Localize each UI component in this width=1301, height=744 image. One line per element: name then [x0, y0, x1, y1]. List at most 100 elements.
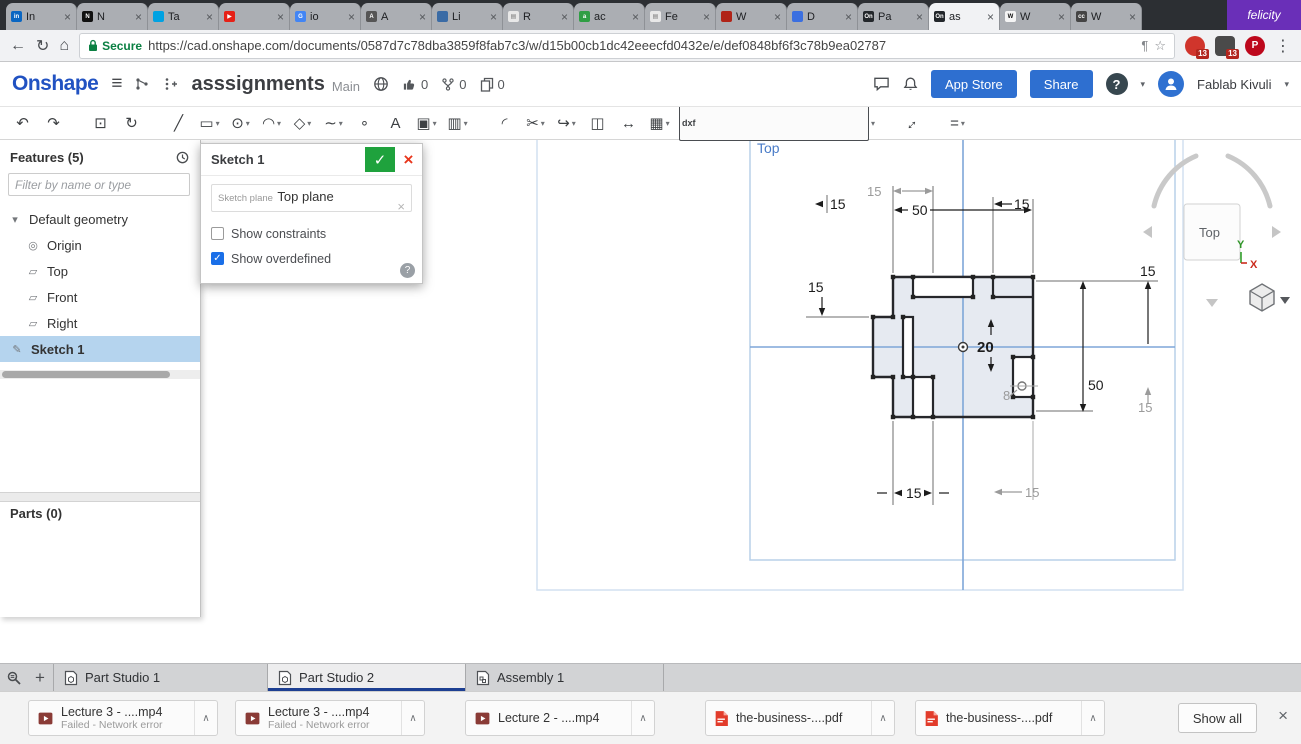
tab-close-icon[interactable]: × — [277, 10, 284, 24]
browser-tab[interactable]: W W × — [1000, 3, 1071, 30]
sketch-plane-field[interactable]: Sketch plane Top plane × — [211, 184, 412, 214]
toolbar-tool-button[interactable]: ▣ ▾ — [412, 110, 441, 136]
page-action-icon[interactable]: ¶ — [1141, 38, 1148, 53]
toolbar-tool-button[interactable]: ╱ — [164, 110, 193, 136]
rotate-left-arrow-icon[interactable] — [1143, 226, 1152, 238]
tab-close-icon[interactable]: × — [1058, 10, 1065, 24]
toolbar-tool-button[interactable]: ∘ — [350, 110, 379, 136]
globe-icon[interactable] — [373, 76, 389, 92]
browser-tab[interactable]: W × — [716, 3, 787, 30]
toolbar-tool-button[interactable]: ◇ ▾ — [288, 110, 317, 136]
browser-tab[interactable]: Ta × — [148, 3, 219, 30]
show-constraints-row[interactable]: Show constraints — [211, 221, 412, 246]
add-tab-button[interactable]: + — [27, 664, 53, 691]
dim-tab-top[interactable]: 15 — [830, 196, 846, 212]
rotate-right-arrow-icon[interactable] — [1272, 226, 1281, 238]
app-store-button[interactable]: App Store — [930, 70, 1017, 98]
tab-close-icon[interactable]: × — [774, 10, 781, 24]
toolbar-tool-button[interactable]: A — [381, 110, 410, 136]
user-name[interactable]: Fablab Kivuli — [1197, 77, 1271, 92]
download-menu-caret-icon[interactable]: ∧ — [401, 701, 424, 735]
toolbar-tool-button[interactable]: ▭ ▾ — [195, 110, 224, 136]
toolbar-tool-button[interactable]: = ▾ — [943, 110, 972, 136]
tree-item-sketch-1[interactable]: ✎ Sketch 1 — [0, 336, 200, 362]
insert-icon[interactable] — [164, 77, 178, 91]
toolbar-tool-button[interactable]: ▥ ▾ — [443, 110, 472, 136]
tool-dropdown-caret-icon[interactable]: ▾ — [339, 119, 343, 128]
tree-item-top-plane[interactable]: ▱ Top — [0, 258, 200, 284]
dim-bottom-width[interactable]: 15 — [906, 485, 922, 501]
tab-close-icon[interactable]: × — [206, 10, 213, 24]
toolbar-tool-button[interactable]: ▦ ▾ — [645, 110, 674, 136]
back-icon[interactable]: ← — [10, 37, 26, 55]
browser-tab[interactable]: N N × — [77, 3, 148, 30]
profile-chip[interactable]: felicity — [1227, 0, 1301, 30]
tool-dropdown-caret-icon[interactable]: ▾ — [433, 119, 437, 128]
tool-dropdown-caret-icon[interactable]: ▾ — [307, 119, 311, 128]
history-icon[interactable] — [175, 150, 190, 165]
view-cube[interactable]: Top Y X — [1143, 153, 1290, 312]
dim-left-height[interactable]: 15 — [808, 279, 824, 295]
help-caret-icon[interactable]: ▾ — [1141, 79, 1146, 90]
browser-tab[interactable]: cc W × — [1071, 3, 1142, 30]
toolbar-tool-button[interactable]: ↪ ▾ — [552, 110, 581, 136]
cancel-button[interactable]: × — [395, 147, 422, 172]
filter-input[interactable] — [8, 173, 190, 196]
browser-tab[interactable]: On Pa × — [858, 3, 929, 30]
workspace-name[interactable]: Main — [332, 74, 360, 94]
tab-close-icon[interactable]: × — [348, 10, 355, 24]
pinterest-icon[interactable]: P — [1245, 35, 1265, 56]
tab-close-icon[interactable]: × — [987, 10, 994, 24]
tab-assembly-1[interactable]: Assembly 1 — [466, 664, 664, 691]
sketch-plane-value[interactable]: Top plane — [277, 189, 333, 204]
copies-count[interactable]: 0 — [480, 77, 505, 92]
tab-close-icon[interactable]: × — [632, 10, 639, 24]
dim-right-height[interactable]: 50 — [1088, 377, 1104, 393]
tool-dropdown-caret-icon[interactable]: ▾ — [961, 119, 965, 128]
home-icon[interactable]: ⌂ — [59, 37, 69, 55]
horizontal-scrollbar[interactable] — [0, 370, 200, 379]
clear-selection-icon[interactable]: × — [397, 199, 405, 214]
close-downloads-bar-icon[interactable]: × — [1278, 706, 1288, 726]
tab-close-icon[interactable]: × — [64, 10, 71, 24]
collapse-caret-icon[interactable]: ▾ — [8, 213, 22, 226]
browser-tab[interactable]: in In × — [6, 3, 77, 30]
toolbar-tool-button[interactable]: ◫ — [583, 110, 612, 136]
notifications-bell-icon[interactable] — [903, 76, 918, 92]
adblock-extension-icon[interactable]: 13 — [1185, 35, 1209, 59]
tool-dropdown-caret-icon[interactable]: ▾ — [246, 119, 250, 128]
tab-close-icon[interactable]: × — [135, 10, 142, 24]
download-menu-caret-icon[interactable]: ∧ — [631, 701, 654, 735]
dim-center-height[interactable]: 20 — [977, 339, 994, 356]
tab-close-icon[interactable]: × — [490, 10, 497, 24]
download-item[interactable]: Lecture 3 - ....mp4 Failed - Network err… — [235, 700, 425, 736]
sketch-left-slot[interactable] — [901, 315, 915, 379]
show-overdefined-row[interactable]: ✓ Show overdefined — [211, 246, 412, 271]
browser-tab[interactable]: G io × — [290, 3, 361, 30]
dim-offset-top[interactable]: 15 — [867, 184, 881, 199]
share-button[interactable]: Share — [1029, 70, 1093, 98]
toolbar-tool-button[interactable]: ↻ — [117, 110, 146, 136]
url-text[interactable]: https://cad.onshape.com/documents/0587d7… — [148, 38, 1135, 53]
browser-tab[interactable]: A A × — [361, 3, 432, 30]
sketch-bottom-slot[interactable] — [911, 375, 935, 419]
tool-dropdown-caret-icon[interactable]: ▾ — [464, 119, 468, 128]
tab-close-icon[interactable]: × — [561, 10, 568, 24]
download-menu-caret-icon[interactable]: ∧ — [871, 701, 894, 735]
tool-dropdown-caret-icon[interactable]: ▾ — [216, 119, 220, 128]
onshape-logo[interactable]: Onshape — [12, 72, 99, 96]
browser-tab[interactable]: a ac × — [574, 3, 645, 30]
versions-icon[interactable] — [135, 77, 151, 91]
omnibox[interactable]: Secure https://cad.onshape.com/documents… — [79, 32, 1175, 59]
comments-icon[interactable] — [873, 76, 890, 92]
toolbar-tool-button[interactable]: ⊙ ▾ — [226, 110, 255, 136]
toolbar-tool-button[interactable]: ∼ ▾ — [319, 110, 348, 136]
secure-indicator[interactable]: Secure — [88, 39, 142, 53]
tool-dropdown-caret-icon[interactable]: ▾ — [871, 119, 875, 128]
confirm-button[interactable]: ✓ — [365, 147, 395, 172]
tree-item-right-plane[interactable]: ▱ Right — [0, 310, 200, 336]
forks-count[interactable]: 0 — [441, 77, 467, 92]
main-menu-icon[interactable]: ≡ — [111, 73, 122, 95]
dim-bottom-right[interactable]: 15 — [1025, 485, 1039, 500]
tab-close-icon[interactable]: × — [845, 10, 852, 24]
